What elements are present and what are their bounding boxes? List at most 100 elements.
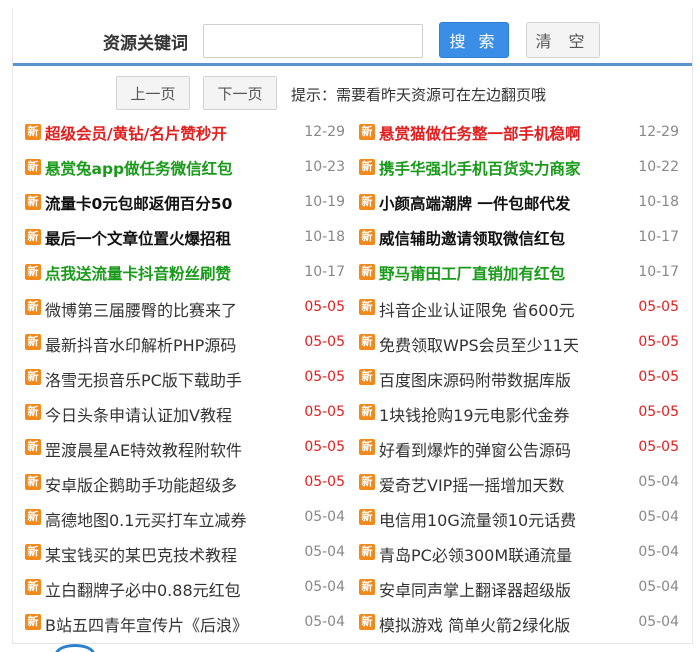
item-title[interactable]: 爱奇艺VIP摇一摇增加天数 [379, 472, 564, 496]
item-title[interactable]: 最新抖音水印解析PHP源码 [45, 332, 236, 356]
list-item[interactable]: 新青岛PC必领300M联通流量 05-04 [357, 535, 689, 570]
item-date: 05-05 [304, 369, 345, 385]
new-badge-icon: 新 [359, 194, 375, 210]
item-title[interactable]: 安卓同声掌上翻译器超级版 [379, 577, 571, 601]
new-badge-icon: 新 [359, 474, 375, 490]
item-title[interactable]: 免费领取WPS会员至少11天 [379, 332, 579, 356]
new-badge-icon: 新 [359, 369, 375, 385]
item-date: 05-04 [304, 509, 345, 525]
list-item[interactable]: 新电信用10G流量领10元话费 05-04 [357, 500, 689, 535]
item-title[interactable]: 野马莆田工厂直销加有红包 [379, 262, 565, 284]
item-title[interactable]: 超级会员/黄钻/名片赞秒开 [45, 122, 227, 144]
item-title[interactable]: 悬赏猫做任务整一部手机稳啊 [379, 122, 581, 144]
list-item[interactable]: 新微博第三届腰臀的比赛来了 05-05 [23, 290, 355, 325]
list-item[interactable]: 新流量卡0元包邮返佣百分50 10-19 [23, 185, 355, 220]
item-title[interactable]: B站五四青年宣传片《后浪》 [45, 612, 248, 636]
item-title[interactable]: 洛雪无损音乐PC版下载助手 [45, 367, 242, 391]
list-item[interactable]: 新悬赏猫做任务整一部手机稳啊 12-29 [357, 115, 689, 150]
item-date: 05-05 [638, 334, 679, 350]
list-item[interactable]: 新某宝钱买的某巴克技术教程 05-04 [23, 535, 355, 570]
prev-page-button[interactable]: 上一页 [116, 76, 190, 110]
item-date: 05-04 [638, 614, 679, 630]
item-title[interactable]: 1块钱抢购19元电影代金券 [379, 402, 570, 426]
bottom-banner [0, 644, 700, 652]
item-title[interactable]: 最后一个文章位置火爆招租 [45, 227, 231, 249]
list-item[interactable]: 新超级会员/黄钻/名片赞秒开 12-29 [23, 115, 355, 150]
list-item[interactable]: 新百度图床源码附带数据库版 05-05 [357, 360, 689, 395]
list-item[interactable]: 新安卓版企鹅助手功能超级多 05-05 [23, 465, 355, 500]
new-badge-icon: 新 [25, 124, 41, 140]
list-item[interactable]: 新悬赏兔app做任务微信红包 10-23 [23, 150, 355, 185]
list-item[interactable]: 新安卓同声掌上翻译器超级版 05-04 [357, 570, 689, 605]
item-date: 05-05 [638, 299, 679, 315]
list-item[interactable]: 新好看到爆炸的弹窗公告源码 05-05 [357, 430, 689, 465]
item-title[interactable]: 罡渡晨星AE特效教程附软件 [45, 437, 242, 461]
item-date: 05-05 [304, 299, 345, 315]
item-title[interactable]: 今日头条申请认证加V教程 [45, 402, 232, 426]
list-item[interactable]: 新最新抖音水印解析PHP源码 05-05 [23, 325, 355, 360]
list-item[interactable]: 新点我送流量卡抖音粉丝刷赞 10-17 [23, 255, 355, 290]
item-date: 10-17 [638, 264, 679, 280]
new-badge-icon: 新 [25, 299, 41, 315]
list-item[interactable]: 新高德地图0.1元买打车立减券 05-04 [23, 500, 355, 535]
new-badge-icon: 新 [359, 264, 375, 280]
new-badge-icon: 新 [25, 159, 41, 175]
item-title[interactable]: 点我送流量卡抖音粉丝刷赞 [45, 262, 231, 284]
clear-button[interactable]: 清 空 [526, 22, 600, 58]
item-title[interactable]: 某宝钱买的某巴克技术教程 [45, 542, 237, 566]
new-badge-icon: 新 [25, 474, 41, 490]
list-item[interactable]: 新 B站五四青年宣传片《后浪》 05-04 [23, 605, 355, 640]
list-item[interactable]: 新洛雪无损音乐PC版下载助手 05-05 [23, 360, 355, 395]
list-item[interactable]: 新抖音企业认证限免 省600元 05-05 [357, 290, 689, 325]
item-title[interactable]: 高德地图0.1元买打车立减券 [45, 507, 246, 531]
new-badge-icon: 新 [359, 614, 375, 630]
item-title[interactable]: 电信用10G流量领10元话费 [379, 507, 576, 531]
item-title[interactable]: 悬赏兔app做任务微信红包 [45, 157, 233, 179]
item-title[interactable]: 小颜高端潮牌 一件包邮代发 [379, 192, 570, 214]
item-date: 05-04 [638, 544, 679, 560]
pager: 上一页 下一页 提示：需要看昨天资源可在左边翻页哦 [13, 72, 692, 112]
item-title[interactable]: 模拟游戏 简单火箭2绿化版 [379, 612, 570, 636]
item-date: 05-05 [638, 369, 679, 385]
banner-logo-icon [55, 644, 95, 652]
new-badge-icon: 新 [25, 579, 41, 595]
list-item[interactable]: 新罡渡晨星AE特效教程附软件 05-05 [23, 430, 355, 465]
new-badge-icon: 新 [359, 509, 375, 525]
item-title[interactable]: 立白翻牌子必中0.88元红包 [45, 577, 241, 601]
divider [13, 63, 692, 66]
list-item[interactable]: 新立白翻牌子必中0.88元红包 05-04 [23, 570, 355, 605]
list-item[interactable]: 新模拟游戏 简单火箭2绿化版 05-04 [357, 605, 689, 640]
new-badge-icon: 新 [25, 544, 41, 560]
list-item[interactable]: 新野马莆田工厂直销加有红包 10-17 [357, 255, 689, 290]
list-item[interactable]: 新携手华强北手机百货实力商家 10-22 [357, 150, 689, 185]
item-title[interactable]: 青岛PC必领300M联通流量 [379, 542, 572, 566]
item-title[interactable]: 流量卡0元包邮返佣百分50 [45, 192, 232, 214]
item-date: 10-19 [304, 194, 345, 210]
resource-panel: 资源关键词 搜 索 清 空 上一页 下一页 提示：需要看昨天资源可在左边翻页哦 … [12, 8, 693, 644]
item-date: 05-04 [638, 474, 679, 490]
item-title[interactable]: 威信辅助邀请领取微信红包 [379, 227, 565, 249]
list-item[interactable]: 新今日头条申请认证加V教程 05-05 [23, 395, 355, 430]
item-title[interactable]: 安卓版企鹅助手功能超级多 [45, 472, 237, 496]
list-item[interactable]: 新爱奇艺VIP摇一摇增加天数 05-04 [357, 465, 689, 500]
search-input[interactable] [203, 24, 423, 58]
list-item[interactable]: 新 1块钱抢购19元电影代金券 05-05 [357, 395, 689, 430]
item-title[interactable]: 抖音企业认证限免 省600元 [379, 297, 575, 321]
new-badge-icon: 新 [25, 404, 41, 420]
item-title[interactable]: 好看到爆炸的弹窗公告源码 [379, 437, 571, 461]
item-date: 10-18 [638, 194, 679, 210]
list-item[interactable]: 新免费领取WPS会员至少11天 05-05 [357, 325, 689, 360]
list-item[interactable]: 新小颜高端潮牌 一件包邮代发 10-18 [357, 185, 689, 220]
list-item[interactable]: 新最后一个文章位置火爆招租 10-18 [23, 220, 355, 255]
item-title[interactable]: 微博第三届腰臀的比赛来了 [45, 297, 237, 321]
item-date: 05-05 [304, 404, 345, 420]
item-title[interactable]: 携手华强北手机百货实力商家 [379, 157, 581, 179]
resource-list-right: 新悬赏猫做任务整一部手机稳啊 12-29 新携手华强北手机百货实力商家 10-22 新小… [357, 115, 689, 640]
new-badge-icon: 新 [359, 404, 375, 420]
new-badge-icon: 新 [359, 579, 375, 595]
search-button[interactable]: 搜 索 [439, 22, 509, 58]
pager-hint: 提示：需要看昨天资源可在左边翻页哦 [291, 86, 547, 104]
list-item[interactable]: 新威信辅助邀请领取微信红包 10-17 [357, 220, 689, 255]
item-title[interactable]: 百度图床源码附带数据库版 [379, 367, 571, 391]
next-page-button[interactable]: 下一页 [203, 76, 277, 110]
